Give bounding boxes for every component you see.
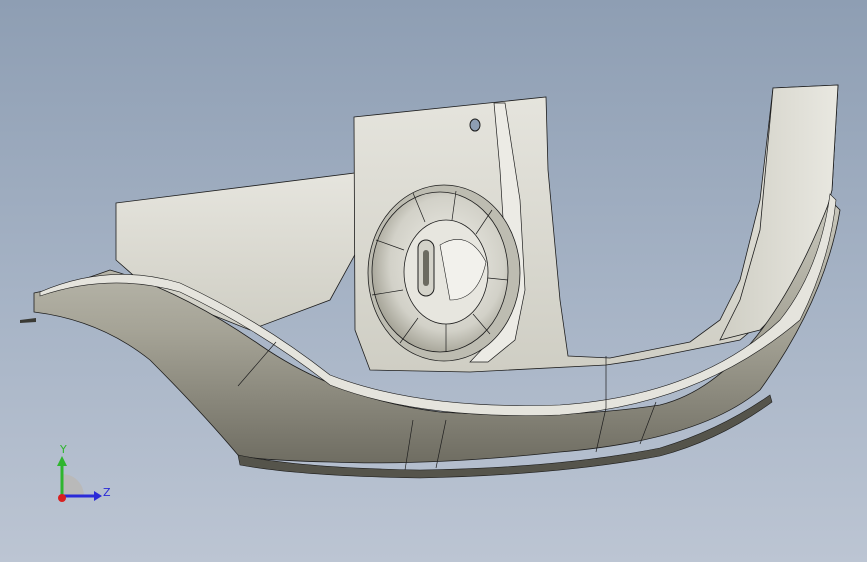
embossed-disc-feature — [367, 184, 521, 362]
mounting-hole — [469, 118, 481, 132]
axis-y-label: Y — [60, 443, 67, 456]
orientation-triad — [57, 456, 102, 502]
axis-z-label: Z — [103, 486, 111, 499]
graphics-viewport[interactable]: Y Z — [0, 0, 867, 562]
sheet-metal-part-model[interactable] — [0, 0, 867, 562]
triad-arc-icon — [62, 474, 84, 496]
x-axis-dot-icon — [58, 494, 66, 502]
left-tip-edge — [20, 318, 36, 323]
